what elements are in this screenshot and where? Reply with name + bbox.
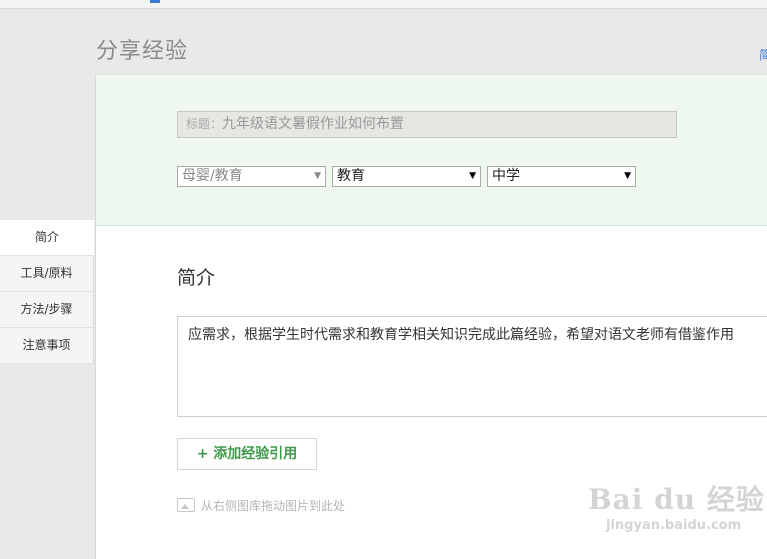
watermark-brand: Bai du 经验 (588, 483, 765, 516)
section-title: 简介 (177, 267, 216, 289)
sidenav-item-notes[interactable]: 注意事项 (0, 328, 94, 364)
sidenav-item-steps[interactable]: 方法/步骤 (0, 292, 94, 328)
title-field-value: 九年级语文暑假作业如何布置 (222, 116, 405, 132)
right-link[interactable]: 简 (759, 46, 767, 63)
category-select-primary[interactable]: 母婴/教育 ▼ (177, 166, 326, 187)
watermark-url: jingyan.baidu.com (606, 518, 742, 533)
drag-image-hint-text: 从右侧图库拖动图片到此处 (201, 499, 346, 513)
title-field-label: 标题： (186, 117, 223, 131)
category-select-primary-value: 母婴/教育 (182, 168, 243, 184)
sidenav-item-tools[interactable]: 工具/原料 (0, 256, 94, 292)
header-panel: 标题：九年级语文暑假作业如何布置 母婴/教育 ▼ 教育 ▼ 中学 ▼ (96, 74, 767, 226)
category-select-secondary-value: 教育 (337, 168, 365, 184)
chevron-down-icon: ▼ (624, 171, 631, 181)
add-reference-button[interactable]: + 添加经验引用 (177, 438, 317, 470)
drag-image-hint: 从右侧图库拖动图片到此处 (177, 497, 345, 514)
image-icon (177, 498, 195, 512)
category-select-tertiary-value: 中学 (492, 168, 520, 184)
category-select-tertiary[interactable]: 中学 ▼ (487, 166, 636, 187)
title-field[interactable]: 标题：九年级语文暑假作业如何布置 (177, 111, 677, 138)
category-select-secondary[interactable]: 教育 ▼ (332, 166, 481, 187)
top-strip-accent (150, 0, 160, 3)
chevron-down-icon: ▼ (314, 171, 321, 181)
intro-textarea[interactable]: 应需求，根据学生时代需求和教育学相关知识完成此篇经验，希望对语文老师有借鉴作用 (177, 316, 767, 417)
sidenav: 简介 工具/原料 方法/步骤 注意事项 (0, 220, 94, 364)
page-title: 分享经验 (96, 39, 189, 64)
chevron-down-icon: ▼ (469, 171, 476, 181)
watermark: Bai du 经验 jingyan.baidu.com (588, 478, 765, 533)
sidenav-item-intro[interactable]: 简介 (0, 220, 94, 256)
top-strip (0, 0, 767, 9)
